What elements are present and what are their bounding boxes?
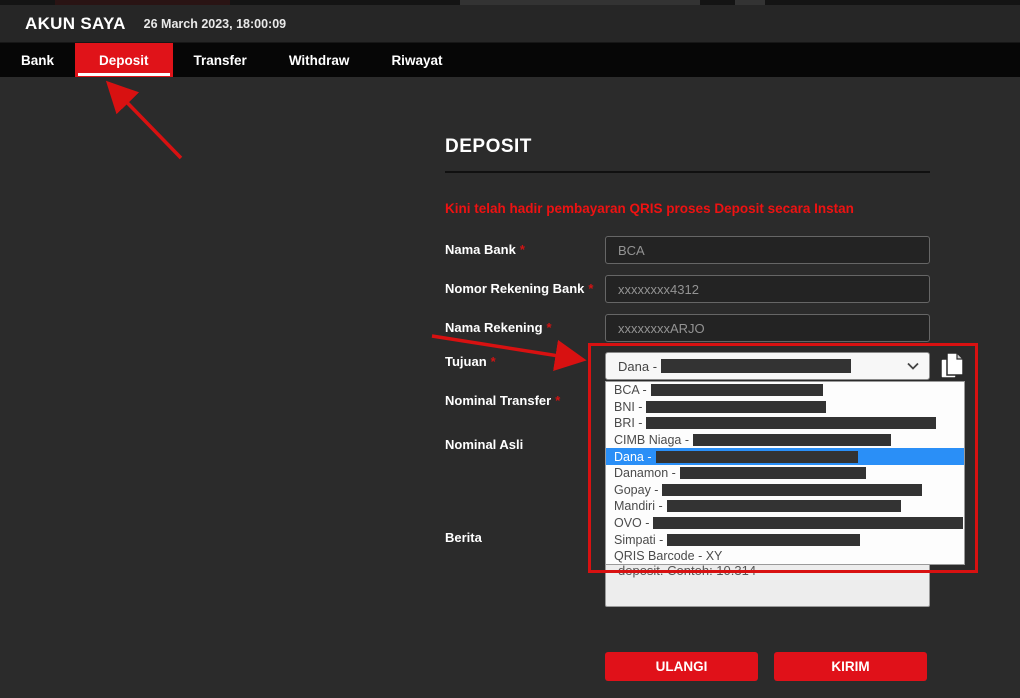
tab-label: Bank [21,53,54,68]
tab-withdraw[interactable]: Withdraw [268,43,371,77]
redaction-bar [661,359,851,373]
dropdown-option[interactable]: Danamon - [606,465,964,482]
label-nominal-asli: Nominal Asli [445,437,523,452]
deposit-page: AKUN SAYA 26 March 2023, 18:00:09 Bank De… [0,0,1020,698]
option-label: BCA - [614,383,647,397]
qris-notice: Kini telah hadir pembayaran QRIS proses … [445,201,965,216]
main-nav: Bank Deposit Transfer Withdraw Riwayat [0,43,1020,77]
redaction-bar [662,484,922,496]
tab-label: Withdraw [289,53,350,68]
title-divider [445,171,930,173]
required-marker: * [520,242,525,257]
berita-visible-text: deposit. Contoh: 10.314 [618,563,756,578]
active-tab-underline [78,73,170,76]
option-label: BRI - [614,416,642,430]
dropdown-option[interactable]: QRIS Barcode - XY [606,548,964,565]
option-label: Danamon - [614,466,676,480]
nama-rekening-input[interactable]: xxxxxxxxARJO [605,314,930,342]
dropdown-option[interactable]: CIMB Niaga - [606,432,964,449]
redaction-bar [653,517,963,529]
dropdown-option[interactable]: BCA - [606,382,964,399]
option-label: Mandiri - [614,499,663,513]
kirim-button[interactable]: KIRIM [774,652,927,681]
option-label: Simpati - [614,533,663,547]
option-label: CIMB Niaga - [614,433,689,447]
tab-riwayat[interactable]: Riwayat [370,43,463,77]
required-marker: * [555,393,560,408]
nomor-rekening-input[interactable]: xxxxxxxx4312 [605,275,930,303]
page-title: AKUN SAYA [25,14,126,34]
tab-label: Transfer [194,53,247,68]
form-title: DEPOSIT [445,136,532,158]
redaction-bar [693,434,891,446]
required-marker: * [588,281,593,296]
datetime-display: 26 March 2023, 18:00:09 [144,17,286,31]
redaction-bar [667,534,860,546]
label-nominal-transfer: Nominal Transfer* [445,393,560,408]
dropdown-option[interactable]: Simpati - [606,531,964,548]
redaction-bar [646,417,936,429]
option-label: OVO - [614,516,649,530]
tab-bank[interactable]: Bank [0,43,75,77]
tab-deposit[interactable]: Deposit [75,43,173,77]
option-label: Dana - [614,450,652,464]
redaction-bar [646,401,826,413]
ulangi-button[interactable]: ULANGI [605,652,758,681]
redaction-bar [667,500,901,512]
label-tujuan: Tujuan* [445,354,496,369]
tab-transfer[interactable]: Transfer [173,43,268,77]
tujuan-dropdown-list: BCA - BNI - BRI - CIMB Niaga - Dana - Danamon… [605,381,965,565]
tujuan-selected-value: Dana - [618,359,657,374]
dropdown-option[interactable]: Gopay - [606,482,964,499]
arrow-to-deposit-tab [112,87,181,158]
chevron-down-icon [907,362,919,370]
required-marker: * [491,354,496,369]
redaction-bar [680,467,866,479]
label-nama-rekening: Nama Rekening* [445,320,552,335]
label-nama-bank: Nama Bank* [445,242,525,257]
dropdown-option[interactable]: Dana - [606,448,964,465]
redaction-bar [651,384,823,396]
redaction-bar [656,451,858,463]
tab-label: Deposit [99,53,149,68]
option-label: QRIS Barcode - XY [614,549,722,563]
dropdown-option[interactable]: BNI - [606,399,964,416]
tujuan-select[interactable]: Dana - [605,352,930,380]
dropdown-option[interactable]: Mandiri - [606,498,964,515]
label-berita: Berita [445,530,482,545]
nama-bank-input[interactable]: BCA [605,236,930,264]
option-label: Gopay - [614,483,658,497]
required-marker: * [547,320,552,335]
label-nomor-rekening-bank: Nomor Rekening Bank* [445,281,593,296]
header-bar: AKUN SAYA 26 March 2023, 18:00:09 [0,5,1020,43]
dropdown-option[interactable]: OVO -3 [606,515,964,532]
dropdown-option[interactable]: BRI - [606,415,964,432]
option-label: BNI - [614,400,642,414]
copy-icon[interactable] [937,350,967,382]
tab-label: Riwayat [391,53,442,68]
